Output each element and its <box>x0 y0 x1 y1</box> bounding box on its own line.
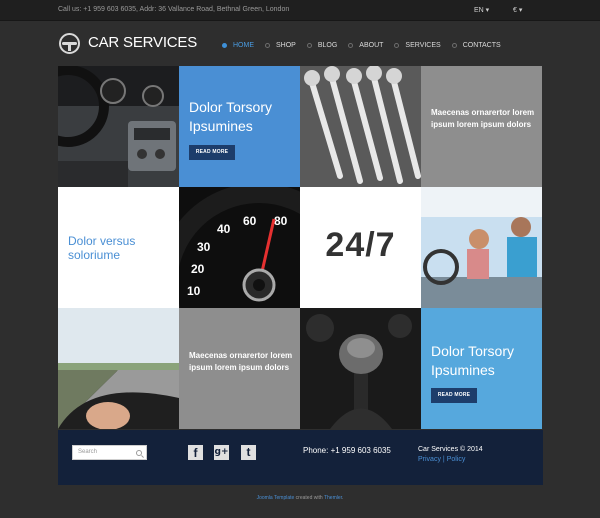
site-logo[interactable]: CAR SERVICES <box>88 34 197 51</box>
nav-bullet-icon <box>451 42 457 48</box>
info-tile-1: Maecenas ornarertor lorem ipsum lorem ip… <box>421 66 542 187</box>
link-separator: | <box>442 456 445 463</box>
googleplus-icon[interactable]: g+ <box>214 445 229 460</box>
wrenches-illustration <box>300 66 421 187</box>
speedometer-image: 10 20 30 40 60 80 <box>179 187 300 308</box>
feature-grid: Dolor Torsory Ipsumines READ MORE Maecena… <box>58 66 543 430</box>
dashboard-illustration <box>58 66 179 187</box>
policy-link[interactable]: Policy <box>447 456 466 463</box>
language-selector[interactable]: EN ▾ <box>474 6 489 14</box>
contact-info: Call us: +1 959 603 6035, Addr: 36 Valla… <box>58 6 290 13</box>
credit-end: . <box>342 495 344 501</box>
drivers-image <box>421 187 542 308</box>
read-more-button[interactable]: READ MORE <box>431 388 477 403</box>
footer-links: Privacy | Policy <box>418 456 465 463</box>
nav-item-home[interactable]: HOME <box>222 42 254 49</box>
road-illustration <box>58 308 179 429</box>
privacy-link[interactable]: Privacy <box>418 456 441 463</box>
support-tile: 24/7 <box>300 187 421 308</box>
themler-link[interactable]: Themler <box>324 495 342 501</box>
speed-label: 80 <box>274 214 288 228</box>
nav-label: SERVICES <box>405 41 441 49</box>
steering-wheel-icon <box>59 33 80 54</box>
nav-item-about[interactable]: ABOUT <box>348 42 383 49</box>
nav-bullet-icon <box>265 42 270 48</box>
search-icon[interactable] <box>136 450 142 456</box>
nav-item-blog[interactable]: BLOG <box>306 41 338 49</box>
speedometer-illustration: 10 20 30 40 60 80 <box>179 187 300 308</box>
nav-bullet-icon <box>306 42 312 48</box>
nav-item-contacts[interactable]: CONTACTS <box>451 41 501 49</box>
speed-label: 40 <box>217 222 231 236</box>
headline-text: Dolor versus soloriume <box>68 234 136 262</box>
promo-tile-1: Dolor Torsory Ipsumines READ MORE <box>179 66 300 187</box>
tumblr-icon[interactable]: t <box>241 445 256 460</box>
credit-text: created with <box>294 495 324 501</box>
nav-bullet-icon <box>222 42 227 48</box>
currency-selector[interactable]: € ▾ <box>513 6 522 14</box>
nav-item-services[interactable]: SERVICES <box>394 41 441 49</box>
nav-label: BLOG <box>317 41 338 49</box>
nav-label: CONTACTS <box>462 41 501 49</box>
footer: Search f g+ t Phone: +1 959 603 6035 Car… <box>58 430 543 485</box>
wrenches-image <box>300 66 421 187</box>
speed-label: 10 <box>187 284 201 298</box>
drivers-illustration <box>421 187 542 308</box>
info-text: Maecenas ornarertor lorem ipsum lorem ip… <box>431 108 535 129</box>
facebook-icon[interactable]: f <box>188 445 203 460</box>
joomla-template-link[interactable]: Joomla Template <box>257 495 295 501</box>
nav-item-shop[interactable]: SHOP <box>265 42 296 49</box>
copyright: Car Services © 2014 <box>418 446 483 453</box>
read-more-button[interactable]: READ MORE <box>189 145 235 160</box>
top-bar: Call us: +1 959 603 6035, Addr: 36 Valla… <box>0 0 600 21</box>
info-tile-2: Maecenas ornarertor lorem ipsum lorem ip… <box>179 308 300 429</box>
main-nav: HOME SHOP BLOG ABOUT SERVICES CONTACTS <box>222 39 512 51</box>
promo-tile-2: Dolor Torsory Ipsumines READ MORE <box>421 308 542 429</box>
footer-phone: Phone: +1 959 603 6035 <box>303 446 391 455</box>
search-input[interactable]: Search <box>72 445 147 460</box>
info-text: Maecenas ornarertor lorem ipsum lorem ip… <box>189 351 293 372</box>
promo-title: Dolor Torsory Ipsumines <box>189 99 272 134</box>
nav-label: HOME <box>233 41 254 49</box>
support-hours: 24/7 <box>325 226 396 264</box>
gear-shift-illustration <box>300 308 421 429</box>
nav-bullet-icon <box>348 42 354 48</box>
car-dashboard-image <box>58 66 179 187</box>
speed-label: 30 <box>197 240 211 254</box>
road-image <box>58 308 179 429</box>
promo-title: Dolor Torsory Ipsumines <box>431 343 514 378</box>
speed-label: 20 <box>191 262 205 276</box>
speed-label: 60 <box>243 214 257 228</box>
gear-shift-image <box>300 308 421 429</box>
headline-tile: Dolor versus soloriume <box>58 187 179 308</box>
nav-label: SHOP <box>276 41 296 49</box>
credit-line: Joomla Template created with Themler. <box>0 495 600 501</box>
search-placeholder: Search <box>78 449 98 455</box>
nav-bullet-icon <box>394 42 400 48</box>
nav-label: ABOUT <box>359 41 384 49</box>
